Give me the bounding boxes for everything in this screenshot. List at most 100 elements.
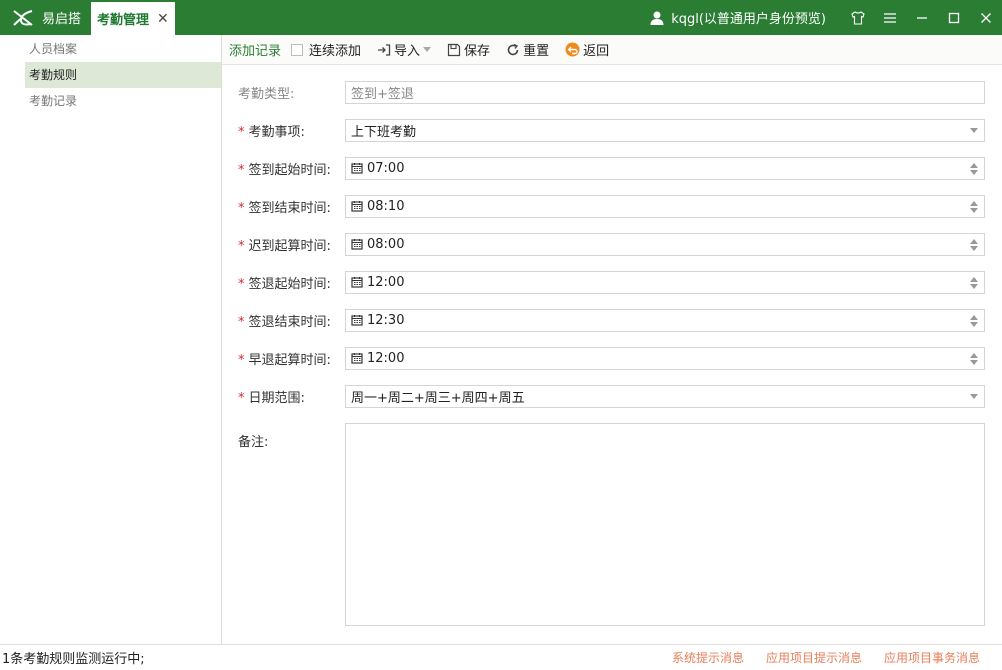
tab-close-icon[interactable]: ✕: [157, 11, 169, 27]
app-project-tasks-link[interactable]: 应用项目事务消息: [884, 649, 980, 666]
required-mark: *: [238, 276, 245, 292]
reset-button[interactable]: 重置: [506, 40, 549, 59]
signout-start-input[interactable]: 12:00: [345, 270, 985, 294]
maximize-icon[interactable]: [938, 0, 970, 35]
required-mark: *: [238, 390, 245, 406]
signout-end-value: 12:30: [367, 312, 405, 328]
required-mark: *: [238, 314, 245, 330]
spinner-icon[interactable]: [970, 314, 978, 327]
form-row-late-start: * 迟到起算时间: 08:00: [222, 232, 1002, 256]
late-start-label-wrap: * 迟到起算时间:: [222, 235, 345, 254]
import-button[interactable]: 导入: [377, 40, 432, 59]
status-bar: 1条考勤规则监测运行中; 系统提示消息 应用项目提示消息 应用项目事务消息: [0, 644, 1002, 670]
required-mark: *: [238, 162, 245, 178]
signin-end-input[interactable]: 08:10: [345, 194, 985, 218]
continuous-add-label: 连续添加: [309, 44, 362, 59]
early-start-label: 早退起算时间:: [248, 352, 331, 368]
type-label: 考勤类型:: [238, 86, 295, 102]
form-row-signout-end: * 签退结束时间: 12:30: [222, 308, 1002, 332]
type-field: 签到+签退: [345, 80, 985, 104]
calendar-icon: [351, 276, 363, 288]
signin-start-value: 07:00: [367, 160, 405, 176]
notes-label: 备注:: [238, 434, 269, 450]
required-mark: *: [238, 238, 245, 254]
app-project-messages-link[interactable]: 应用项目提示消息: [766, 649, 862, 666]
tab-attendance-management[interactable]: 考勤管理 ✕: [91, 0, 175, 35]
late-start-value: 08:00: [367, 236, 405, 252]
spinner-icon[interactable]: [970, 162, 978, 175]
chevron-down-icon[interactable]: [970, 393, 978, 399]
signin-end-label: 签到结束时间:: [248, 200, 331, 216]
menu-icon[interactable]: [874, 0, 906, 35]
sidebar-item-personnel[interactable]: 人员档案: [25, 36, 221, 62]
signout-end-input[interactable]: 12:30: [345, 308, 985, 332]
item-value: 上下班考勤: [351, 124, 417, 140]
spinner-icon[interactable]: [970, 238, 978, 251]
calendar-icon: [351, 314, 363, 326]
early-start-label-wrap: * 早退起算时间:: [222, 349, 345, 368]
import-icon: [377, 43, 391, 57]
spinner-icon[interactable]: [970, 352, 978, 365]
form-row-signout-start: * 签退起始时间: 12:00: [222, 270, 1002, 294]
back-label: 返回: [583, 44, 610, 59]
signout-end-label: 签退结束时间:: [248, 314, 331, 330]
signout-start-label-wrap: * 签退起始时间:: [222, 273, 345, 292]
early-start-input[interactable]: 12:00: [345, 346, 985, 370]
date-range-select[interactable]: 周一+周二+周三+周四+周五: [345, 384, 985, 408]
signout-start-value: 12:00: [367, 274, 405, 290]
refresh-icon: [506, 43, 520, 57]
spinner-icon[interactable]: [970, 276, 978, 289]
close-icon[interactable]: [970, 0, 1002, 35]
item-label: 考勤事项:: [248, 124, 305, 140]
date-range-label-wrap: * 日期范围:: [222, 387, 345, 406]
continuous-add-checkbox[interactable]: 连续添加: [291, 40, 361, 59]
signin-end-value: 08:10: [367, 198, 405, 214]
item-label-wrap: * 考勤事项:: [222, 121, 345, 140]
sidebar-item-records[interactable]: 考勤记录: [25, 88, 221, 114]
form-row-type: 考勤类型: 签到+签退: [222, 80, 1002, 104]
calendar-icon: [351, 200, 363, 212]
required-mark: *: [238, 124, 245, 140]
form-row-early-start: * 早退起算时间: 12:00: [222, 346, 1002, 370]
system-messages-link[interactable]: 系统提示消息: [672, 649, 744, 666]
minimize-icon[interactable]: [906, 0, 938, 35]
signout-start-label: 签退起始时间:: [248, 276, 331, 292]
calendar-icon: [351, 162, 363, 174]
sidebar-item-rules[interactable]: 考勤规则: [25, 62, 221, 88]
signin-start-label: 签到起始时间:: [248, 162, 331, 178]
skin-icon[interactable]: [842, 0, 874, 35]
form-row-signin-start: * 签到起始时间: 07:00: [222, 156, 1002, 180]
date-range-label: 日期范围:: [248, 390, 305, 406]
signin-end-label-wrap: * 签到结束时间:: [222, 197, 345, 216]
late-start-input[interactable]: 08:00: [345, 232, 985, 256]
late-start-label: 迟到起算时间:: [248, 238, 331, 254]
chevron-down-icon[interactable]: [970, 127, 978, 133]
back-icon: [565, 42, 580, 57]
toolbar-title: 添加记录: [229, 44, 282, 59]
reset-label: 重置: [523, 44, 550, 59]
title-bar: 易启搭 考勤管理 ✕ kqgl(以普通用户身份预览): [0, 0, 1002, 35]
signin-start-label-wrap: * 签到起始时间:: [222, 159, 345, 178]
checkbox-icon[interactable]: [291, 43, 304, 56]
sidebar: 人员档案 考勤规则 考勤记录: [0, 35, 222, 644]
save-icon: [447, 43, 461, 57]
early-start-value: 12:00: [367, 350, 405, 366]
status-text: 1条考勤规则监测运行中;: [2, 652, 145, 667]
save-button[interactable]: 保存: [447, 40, 490, 59]
toolbar: 添加记录 连续添加 导入 保存 重置 返回: [222, 35, 1002, 65]
notes-textarea[interactable]: [345, 423, 985, 626]
spinner-icon[interactable]: [970, 200, 978, 213]
signout-end-label-wrap: * 签退结束时间:: [222, 311, 345, 330]
required-mark: *: [238, 200, 245, 216]
app-name[interactable]: 易启搭: [42, 8, 81, 27]
back-button[interactable]: 返回: [565, 40, 609, 59]
signin-start-input[interactable]: 07:00: [345, 156, 985, 180]
user-label[interactable]: kqgl(以普通用户身份预览): [671, 8, 826, 27]
save-label: 保存: [464, 44, 491, 59]
required-mark: *: [238, 352, 245, 368]
app-logo-icon: [8, 0, 38, 35]
form-row-signin-end: * 签到结束时间: 08:10: [222, 194, 1002, 218]
form-row-item: * 考勤事项: 上下班考勤: [222, 118, 1002, 142]
item-select[interactable]: 上下班考勤: [345, 118, 985, 142]
type-value: 签到+签退: [351, 86, 414, 102]
